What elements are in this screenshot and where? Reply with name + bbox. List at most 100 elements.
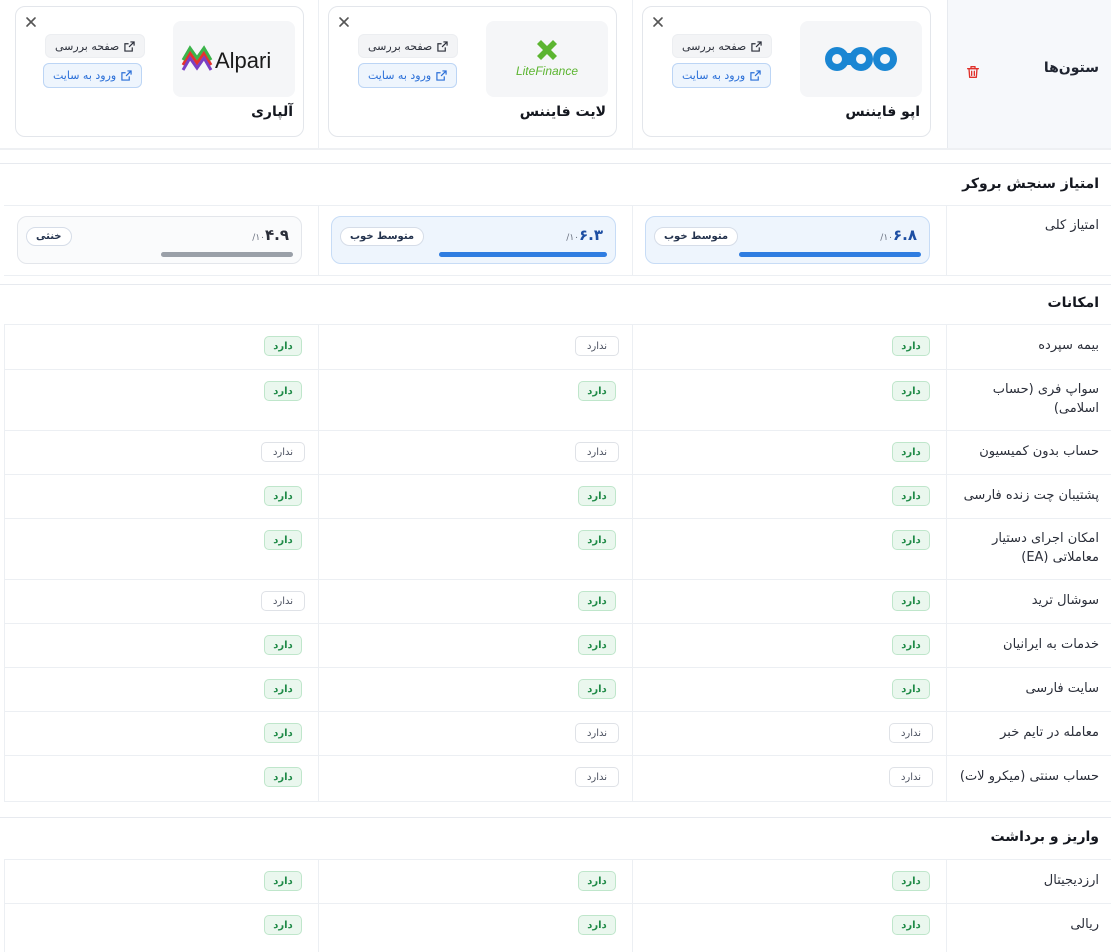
alpari-logo-text: Alpari [215, 48, 271, 73]
divider [4, 275, 1111, 276]
feature-row-label: حساب بدون کمیسیون [979, 444, 1099, 459]
status-badge-yes: دارد [264, 723, 302, 743]
divider [4, 205, 1111, 206]
external-link-icon [124, 40, 135, 52]
status-badge-yes: دارد [892, 336, 930, 356]
status-badge-yes: دارد [892, 442, 930, 462]
row-divider [4, 369, 1111, 370]
column-divider [946, 205, 947, 275]
status-badge-yes: دارد [578, 635, 616, 655]
external-link-icon [121, 70, 132, 81]
status-badge-yes: دارد [264, 381, 302, 401]
row-divider [4, 859, 1111, 860]
visit-site-button[interactable]: ورود به سایت [672, 63, 772, 88]
broker-logo: LiteFinance [486, 21, 608, 97]
status-badge-no: ندارد [261, 591, 305, 611]
visit-site-label: ورود به سایت [682, 69, 746, 82]
status-badge-yes: دارد [578, 591, 616, 611]
column-divider [632, 324, 633, 801]
status-badge-yes: دارد [264, 871, 302, 891]
score-bar [161, 252, 293, 257]
close-icon[interactable] [337, 15, 351, 29]
feature-row-label: سایت فارسی [1025, 681, 1099, 696]
score-value: /۱۰۴.۹ [252, 226, 289, 244]
status-badge-yes: دارد [264, 679, 302, 699]
trash-icon[interactable] [965, 64, 981, 80]
features-section-title: امکانات [1047, 295, 1099, 311]
litefinance-logo-icon: LiteFinance [516, 40, 578, 78]
score-badge: خنثی [26, 227, 72, 246]
score-bar [439, 252, 607, 257]
row-divider [4, 579, 1111, 580]
compare-header: ستون‌ها صفحه بررسی ورود به سایت اپو فاین… [0, 0, 1111, 148]
status-badge-yes: دارد [892, 871, 930, 891]
external-link-icon [437, 40, 448, 52]
feature-row-label: بیمه سپرده [1038, 338, 1099, 353]
visit-site-button[interactable]: ورود به سایت [358, 63, 458, 88]
status-badge-yes: دارد [264, 635, 302, 655]
row-divider [4, 711, 1111, 712]
review-label: صفحه بررسی [368, 39, 433, 53]
overall-score-label: امتیاز کلی [1044, 218, 1099, 233]
status-badge-no: ندارد [889, 767, 933, 787]
feature-row-label: پشتیبان چت زنده فارسی [963, 488, 1099, 503]
status-badge-yes: دارد [264, 336, 302, 356]
external-link-icon [750, 70, 761, 81]
score-card: /۱۰۶.۳ متوسط خوب [331, 216, 616, 264]
visit-site-button[interactable]: ورود به سایت [43, 63, 143, 88]
status-badge-yes: دارد [578, 530, 616, 550]
column-divider [4, 859, 5, 952]
features-section-header [0, 284, 1111, 324]
review-page-button[interactable]: صفحه بررسی [358, 34, 459, 58]
column-divider [318, 859, 319, 952]
opo-logo-icon [825, 47, 897, 71]
status-badge-yes: دارد [264, 767, 302, 787]
status-badge-yes: دارد [578, 679, 616, 699]
column-divider [318, 0, 319, 148]
alpari-logo-icon: Alpari [181, 45, 271, 73]
status-badge-yes: دارد [578, 871, 616, 891]
columns-label-cell: ستون‌ها [947, 0, 1111, 148]
feature-row-label: ارزدیجیتال [1043, 873, 1099, 888]
row-divider [4, 324, 1111, 325]
status-badge-yes: دارد [892, 679, 930, 699]
score-badge: متوسط خوب [654, 227, 739, 246]
feature-row-label: امکان اجرای دستیار معاملاتی (EA) [992, 531, 1099, 565]
feature-row-label: حساب سنتی (میکرو لات) [959, 769, 1099, 784]
row-divider [4, 430, 1111, 431]
score-value: /۱۰۶.۳ [566, 226, 603, 244]
divider [4, 801, 1111, 802]
review-page-button[interactable]: صفحه بررسی [45, 34, 146, 58]
status-badge-yes: دارد [264, 915, 302, 935]
review-page-button[interactable]: صفحه بررسی [672, 34, 773, 58]
feature-row-label: سواپ فری (حساب اسلامی) [992, 382, 1099, 416]
column-divider [946, 324, 947, 801]
feature-row-label: ریالی [1070, 917, 1099, 932]
score-card: /۱۰۴.۹ خنثی [17, 216, 302, 264]
close-icon[interactable] [24, 15, 38, 29]
status-badge-no: ندارد [575, 723, 619, 743]
broker-name: آلپاری [251, 104, 293, 120]
column-divider [318, 324, 319, 801]
status-badge-yes: دارد [264, 486, 302, 506]
row-divider [4, 518, 1111, 519]
broker-card-alpari: Alpari صفحه بررسی ورود به سایت آلپاری [15, 6, 304, 137]
review-label: صفحه بررسی [682, 39, 747, 53]
column-divider [632, 859, 633, 952]
status-badge-no: ندارد [575, 442, 619, 462]
column-divider [946, 859, 947, 952]
close-icon[interactable] [651, 15, 665, 29]
header-divider [0, 148, 1111, 150]
row-divider [4, 755, 1111, 756]
status-badge-yes: دارد [578, 915, 616, 935]
status-badge-yes: دارد [892, 530, 930, 550]
status-badge-yes: دارد [892, 381, 930, 401]
row-divider [4, 623, 1111, 624]
status-badge-no: ندارد [575, 767, 619, 787]
column-divider [632, 205, 633, 275]
score-section-title: امتیاز سنجش بروکر [962, 176, 1099, 192]
feature-row-label: خدمات به ایرانیان [1003, 637, 1099, 652]
row-divider [4, 474, 1111, 475]
broker-name: اپو فایننس [845, 104, 920, 120]
status-badge-yes: دارد [892, 635, 930, 655]
